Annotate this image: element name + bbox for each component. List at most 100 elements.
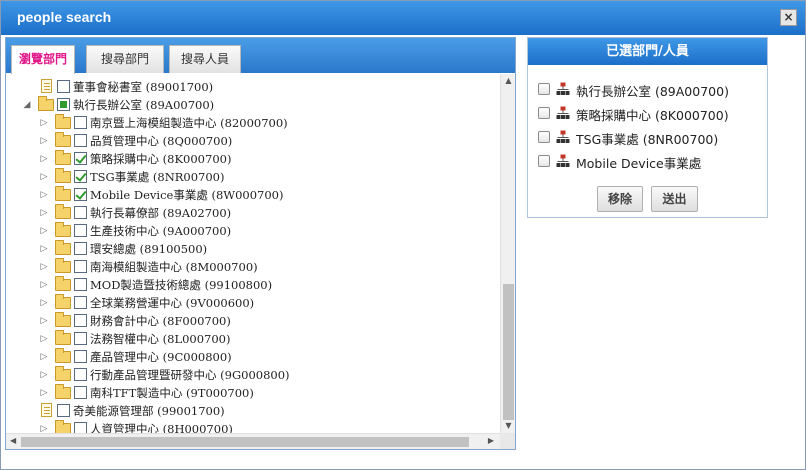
tree-node-checkbox[interactable] (74, 350, 87, 363)
expand-right-icon[interactable]: ▷ (39, 171, 49, 183)
tree-node-label[interactable]: 執行長幕僚部 (89A02700) (90, 205, 231, 221)
tree-node-label[interactable]: 品質管理中心 (8Q000700) (90, 133, 232, 149)
tree-node-label[interactable]: 生產技術中心 (9A000700) (90, 223, 231, 239)
dialog-title: people search (17, 9, 112, 25)
tree-node-label[interactable]: 財務會計中心 (8F000700) (90, 313, 231, 329)
tree-node-checkbox[interactable] (57, 80, 70, 93)
tree-node-label[interactable]: Mobile Device事業處 (8W000700) (90, 187, 284, 203)
tree-node-label[interactable]: 法務智權中心 (8L000700) (90, 331, 230, 347)
tree-node-checkbox[interactable] (74, 296, 87, 309)
expand-right-icon[interactable]: ▷ (39, 387, 49, 399)
tree-node-checkbox[interactable] (74, 242, 87, 255)
expand-right-icon[interactable]: ▷ (39, 351, 49, 363)
expand-right-icon[interactable]: ▷ (39, 225, 49, 237)
tree-node-label[interactable]: TSG事業處 (8NR00700) (90, 169, 225, 185)
tab-browse-departments[interactable]: 瀏覽部門 (11, 45, 75, 74)
expand-right-icon[interactable]: ▷ (39, 207, 49, 219)
expand-right-icon[interactable]: ▷ (39, 135, 49, 147)
tree-node-label[interactable]: 奇美能源管理部 (99001700) (73, 403, 225, 419)
org-chart-icon (556, 82, 570, 95)
scroll-left-icon[interactable]: ◀ (10, 436, 16, 445)
tree-node-label[interactable]: 行動產品管理暨研發中心 (9G000800) (90, 367, 290, 383)
scroll-right-icon[interactable]: ▶ (488, 436, 494, 445)
tree-node-label[interactable]: 全球業務營運中心 (9V000600) (90, 295, 254, 311)
tree-node-label[interactable]: MOD製造暨技術總處 (99100800) (90, 277, 272, 293)
submit-button[interactable]: 送出 (651, 186, 698, 212)
selected-panel: 已選部門/人員 執行長辦公室 (89A00700) 策略採購中心 (8K00070… (527, 37, 768, 218)
tree-node-checkbox[interactable] (57, 98, 70, 111)
tree-node-label[interactable]: 南京暨上海模組製造中心 (82000700) (90, 115, 288, 131)
selected-item-label: Mobile Device事業處 (576, 156, 702, 171)
department-tree-container: 董事會秘書室 (89001700) ◢ 執行長辦公室 (89A00700) ▷ 南京暨上… (6, 74, 515, 449)
remove-button[interactable]: 移除 (597, 186, 643, 212)
tree-node-checkbox[interactable] (74, 188, 87, 201)
tree-node-checkbox[interactable] (57, 404, 70, 417)
close-button[interactable]: × (780, 9, 797, 26)
expand-right-icon[interactable]: ▷ (39, 243, 49, 255)
folder-icon (55, 276, 71, 291)
tree-node-checkbox[interactable] (74, 386, 87, 399)
folder-icon (55, 114, 71, 129)
folder-icon (55, 384, 71, 399)
folder-icon (55, 366, 71, 381)
folder-icon (55, 168, 71, 183)
expand-right-icon[interactable]: ▷ (39, 315, 49, 327)
folder-icon (55, 294, 71, 309)
tree-node-checkbox[interactable] (74, 332, 87, 345)
tree-node-checkbox[interactable] (74, 260, 87, 273)
expand-right-icon[interactable]: ▷ (39, 279, 49, 291)
tab-search-people[interactable]: 搜尋人員 (169, 45, 241, 73)
expand-right-icon[interactable]: ▷ (39, 261, 49, 273)
folder-icon (55, 132, 71, 147)
selected-item-label: 執行長辦公室 (89A00700) (576, 84, 729, 99)
tree-node-checkbox[interactable] (74, 170, 87, 183)
folder-icon (55, 204, 71, 219)
browse-panel: 瀏覽部門 搜尋部門 搜尋人員 董事會秘書室 (89001700) ◢ 執行長辦公室 … (5, 37, 516, 450)
folder-icon (55, 330, 71, 345)
tree-node-label[interactable]: 執行長辦公室 (89A00700) (73, 97, 214, 113)
expand-right-icon[interactable]: ▷ (39, 369, 49, 381)
title-bar[interactable]: people search × (1, 1, 805, 35)
tab-bar: 瀏覽部門 搜尋部門 搜尋人員 (6, 38, 515, 74)
tree-node-label[interactable]: 環安總處 (89100500) (90, 241, 207, 257)
vertical-scroll-thumb[interactable] (503, 284, 514, 420)
tab-search-departments[interactable]: 搜尋部門 (86, 45, 164, 73)
folder-open-icon (38, 96, 54, 111)
expand-right-icon[interactable]: ▷ (39, 189, 49, 201)
expand-right-icon[interactable]: ▷ (39, 117, 49, 129)
tree-node-checkbox[interactable] (74, 116, 87, 129)
selected-panel-title: 已選部門/人員 (528, 38, 767, 65)
tree-node-label[interactable]: 董事會秘書室 (89001700) (73, 79, 213, 95)
tree-node-checkbox[interactable] (74, 314, 87, 327)
horizontal-scrollbar[interactable]: ◀ ▶ (6, 433, 500, 449)
expand-down-icon[interactable]: ◢ (22, 99, 32, 111)
selected-item-label: TSG事業處 (8NR00700) (576, 132, 719, 147)
selected-item-label: 策略採購中心 (8K000700) (576, 108, 729, 123)
folder-icon (55, 348, 71, 363)
vertical-scrollbar[interactable]: ▲ ▼ (500, 74, 515, 433)
folder-icon (55, 240, 71, 255)
scroll-down-icon[interactable]: ▼ (501, 421, 515, 431)
tree-node-checkbox[interactable] (74, 134, 87, 147)
tree-node-label[interactable]: 南海模組製造中心 (8M000700) (90, 259, 258, 275)
tree-node-checkbox[interactable] (74, 278, 87, 291)
selected-item-checkbox[interactable] (538, 83, 550, 95)
tree-node-label[interactable]: 策略採購中心 (8K000700) (90, 151, 231, 167)
selected-item-checkbox[interactable] (538, 155, 550, 167)
scroll-up-icon[interactable]: ▲ (501, 76, 515, 86)
folder-icon (55, 258, 71, 273)
tree-node-checkbox[interactable] (74, 206, 87, 219)
tree-node-checkbox[interactable] (74, 368, 87, 381)
expand-right-icon[interactable]: ▷ (39, 297, 49, 309)
selected-item-checkbox[interactable] (538, 131, 550, 143)
tree-node-label[interactable]: 南科TFT製造中心 (9T000700) (90, 385, 254, 401)
expand-right-icon[interactable]: ▷ (39, 333, 49, 345)
tree-node-label[interactable]: 產品管理中心 (9C000800) (90, 349, 232, 365)
folder-icon (55, 150, 71, 165)
selected-item-checkbox[interactable] (538, 107, 550, 119)
tree-node-checkbox[interactable] (74, 152, 87, 165)
tree-node-checkbox[interactable] (74, 224, 87, 237)
horizontal-scroll-thumb[interactable] (21, 437, 469, 447)
folder-icon (55, 186, 71, 201)
expand-right-icon[interactable]: ▷ (39, 153, 49, 165)
